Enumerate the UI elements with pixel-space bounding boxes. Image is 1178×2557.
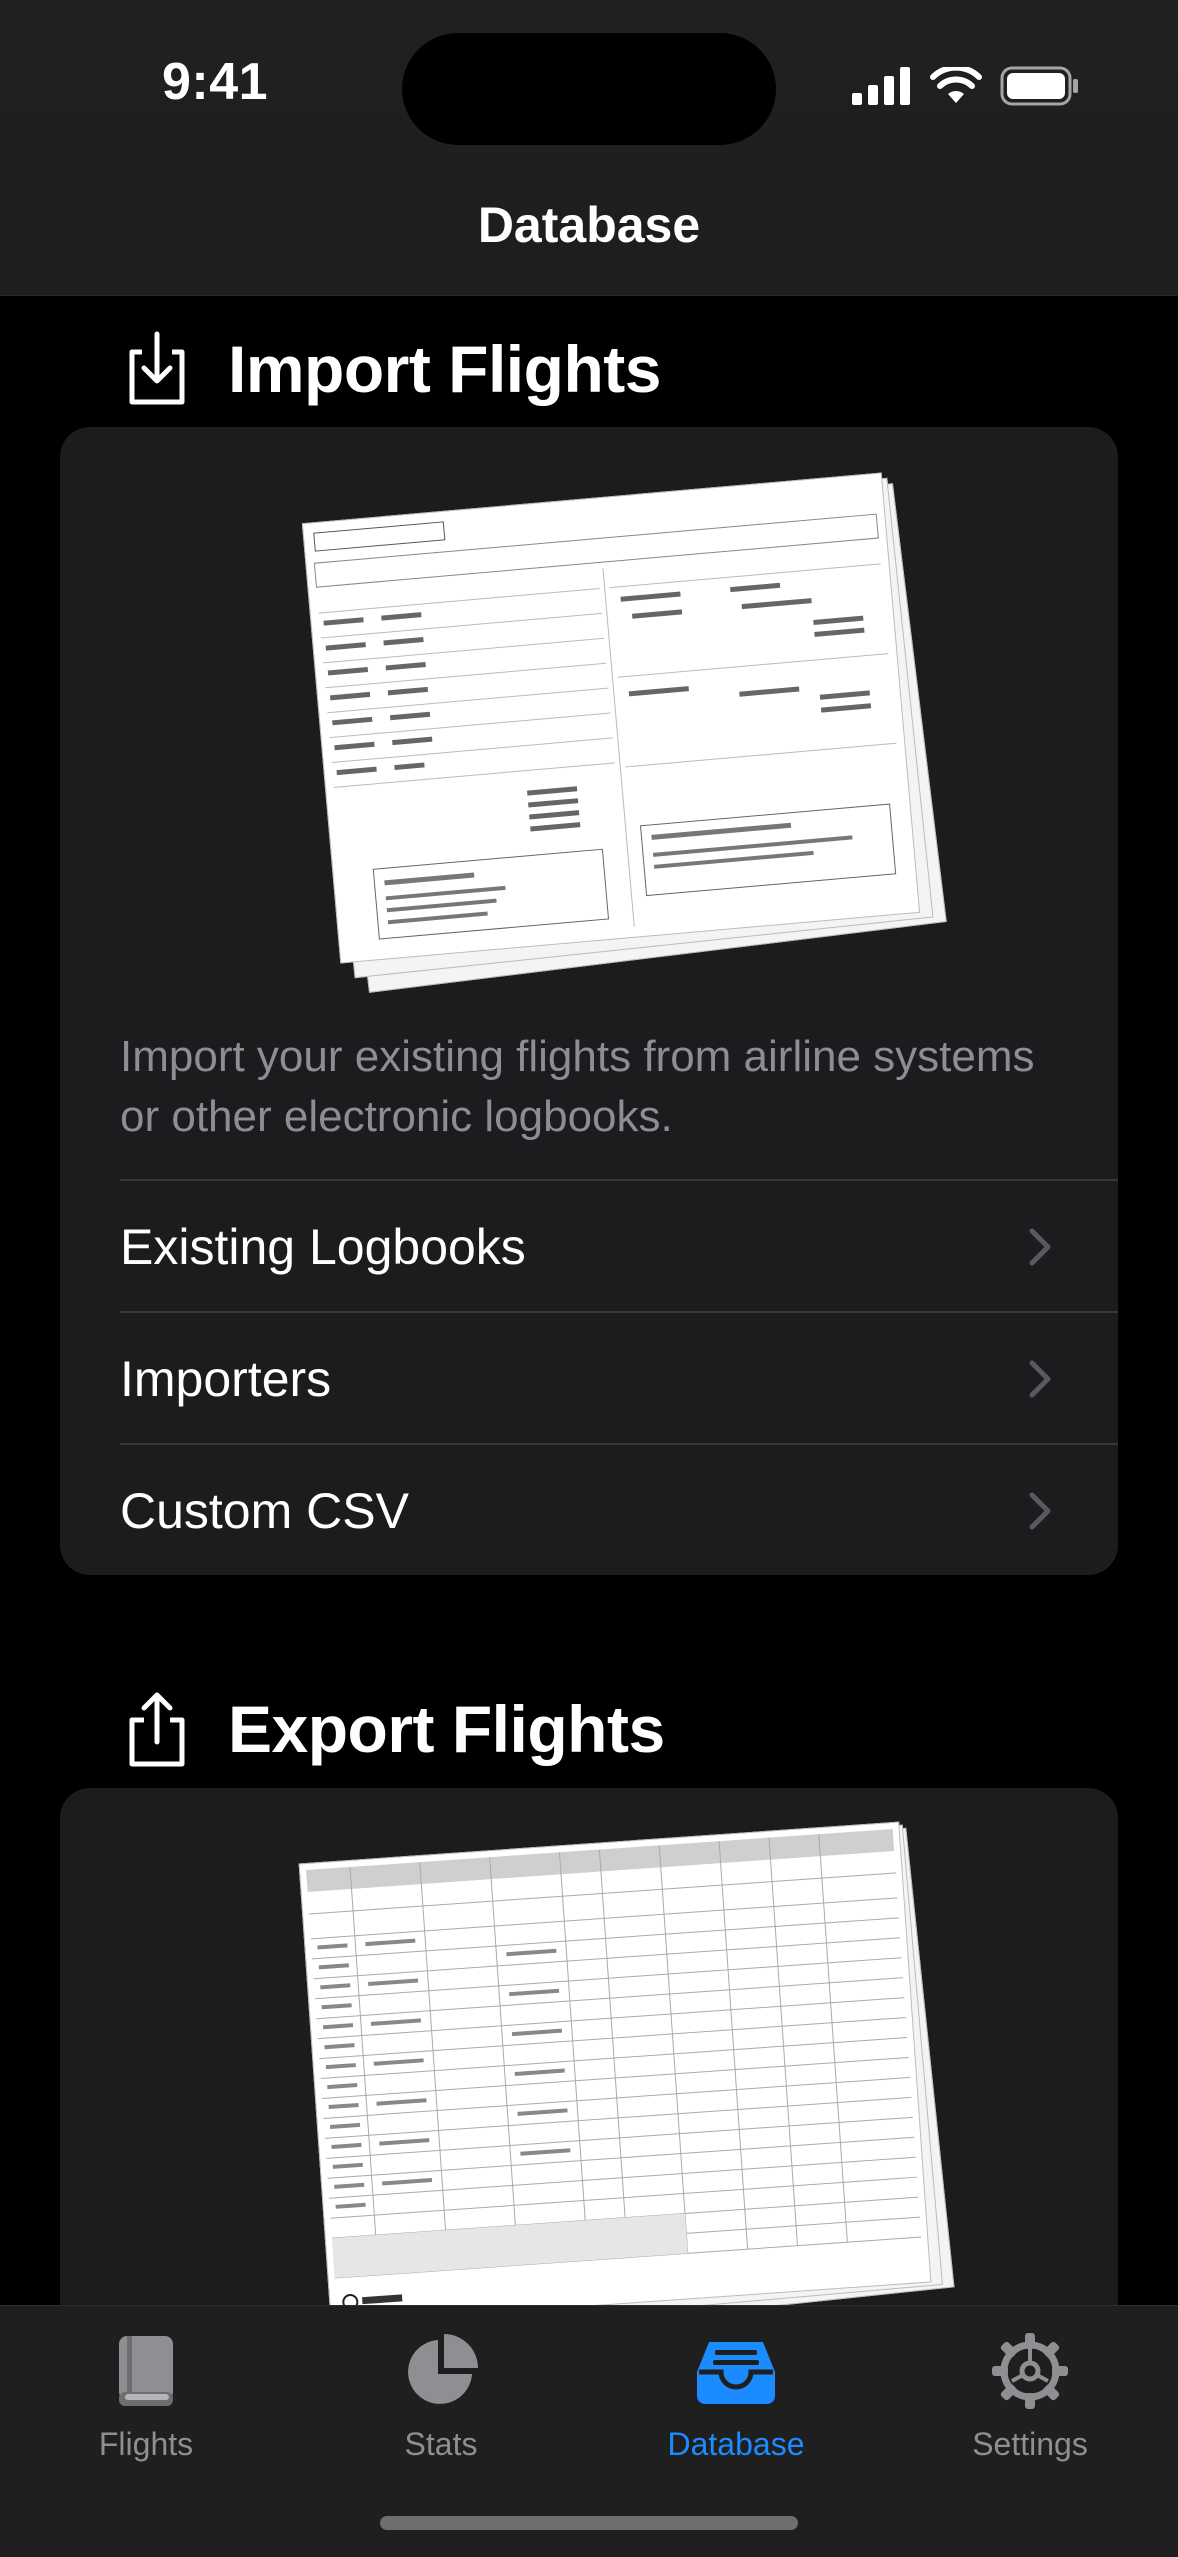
roster-illustration [260,467,960,993]
importers-label: Importers [120,1350,332,1407]
dynamic-island [402,33,776,145]
battery-icon [1000,66,1078,106]
tab-flights[interactable]: Flights [36,2326,256,2463]
tab-label: Stats [404,2426,478,2462]
share-icon [129,1692,185,1767]
export-section-title: Export Flights [228,1692,665,1766]
export-section-header: Export Flights [124,1690,665,1768]
status-time: 9:41 [162,53,269,111]
tab-label: Flights [98,2426,194,2462]
logbook-table-graphic [306,1829,922,2311]
roster-sheet-graphic [313,513,897,940]
custom-csv-row[interactable]: Custom CSV [120,1443,1118,1575]
cellular-signal-icon [852,67,910,105]
tab-settings[interactable]: Settings [920,2326,1140,2463]
chevron-right-icon [1010,1349,1070,1409]
existing-logbooks-row[interactable]: Existing Logbooks [120,1179,1118,1312]
custom-csv-label: Custom CSV [120,1482,409,1539]
pie-chart-icon [408,2334,478,2404]
book-icon [119,2336,173,2406]
navigation-header: 9:41 Database [0,0,1178,296]
tray-icon [697,2342,775,2404]
tab-database[interactable]: Database [626,2326,846,2463]
import-tray-icon [129,331,185,405]
import-section-title: Import Flights [228,332,661,406]
page-title: Database [477,197,701,253]
home-indicator [380,2516,798,2530]
tab-stats[interactable]: Stats [331,2326,551,2463]
import-section-header: Import Flights [124,330,661,408]
tab-label: Settings [972,2426,1088,2462]
tab-label: Database [667,2426,805,2462]
import-description: Import your existing flights from airlin… [120,1032,1035,1141]
logbook-illustration [260,1821,960,2388]
chevron-right-icon [1010,1481,1070,1541]
wifi-icon [930,67,982,103]
status-icons [852,66,1080,106]
chevron-right-icon [1010,1217,1070,1277]
existing-logbooks-label: Existing Logbooks [120,1218,526,1275]
importers-row[interactable]: Importers [120,1311,1118,1444]
gear-icon [992,2333,1068,2409]
import-card: Import your existing flights from airlin… [60,427,1118,1575]
